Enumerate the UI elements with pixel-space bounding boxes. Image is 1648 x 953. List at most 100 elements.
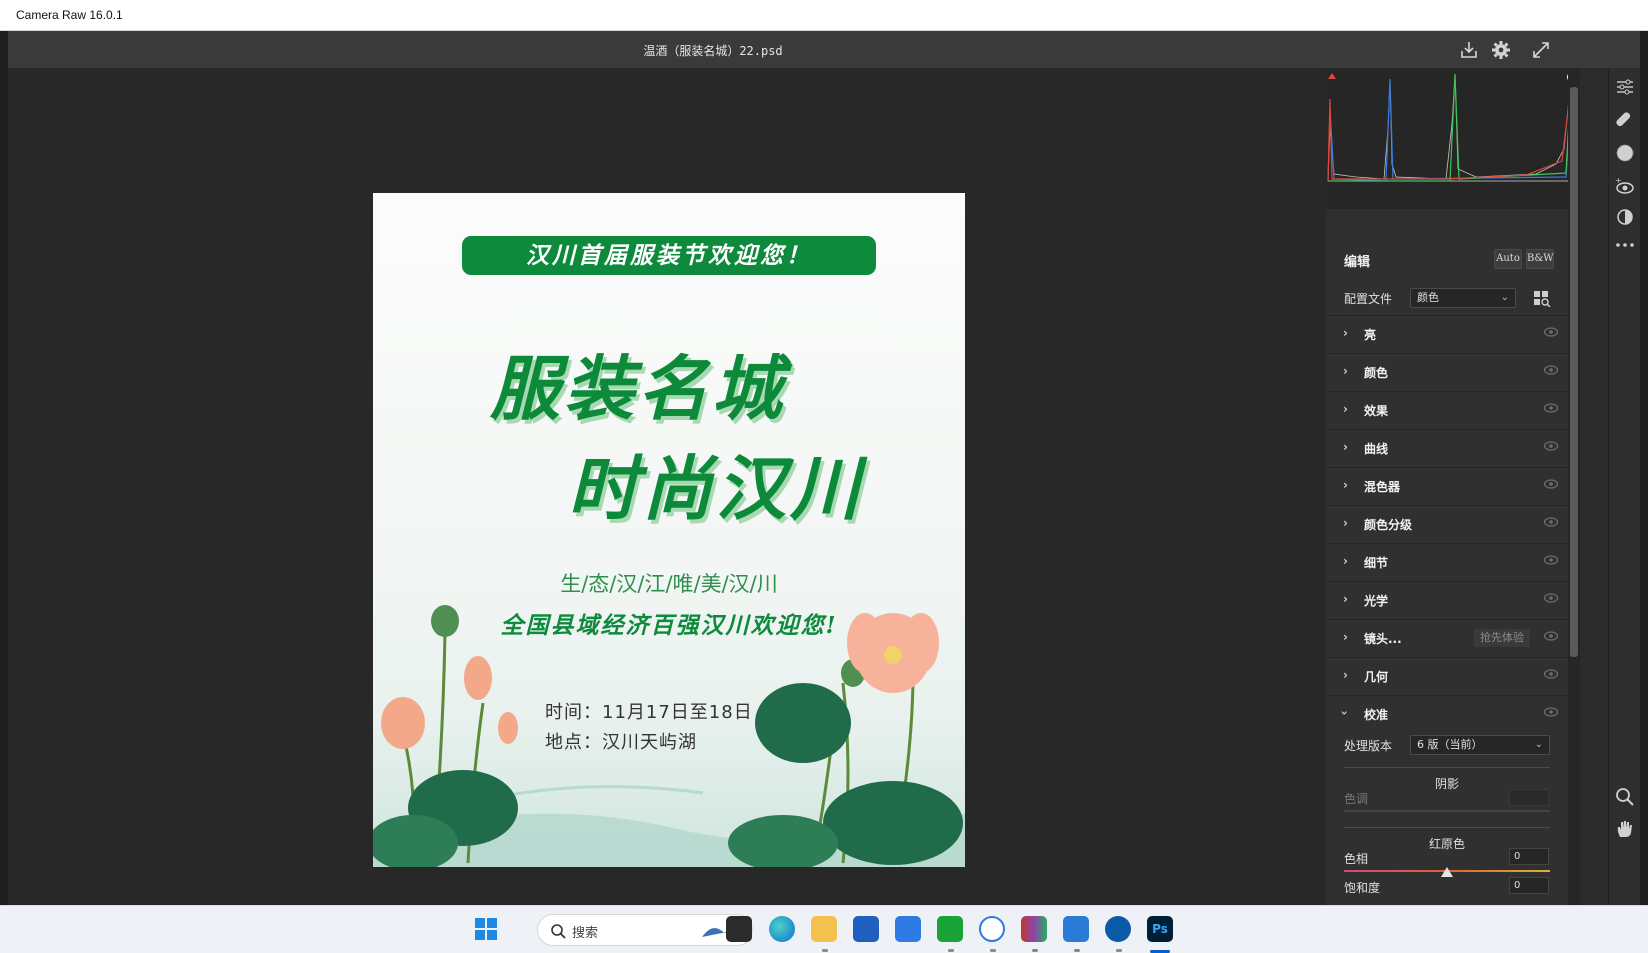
section-calibration[interactable]: › 校准 — [1326, 695, 1568, 731]
chat-app-icon[interactable] — [979, 916, 1005, 942]
section-label: 细节 — [1364, 556, 1389, 570]
process-version-select[interactable]: 6 版（当前） ⌄ — [1410, 735, 1550, 755]
taskbar: 搜索 Ps — [0, 905, 1648, 953]
section-color[interactable]: › 颜色 — [1326, 353, 1568, 389]
section-label: 曲线 — [1364, 442, 1389, 456]
histogram — [1326, 69, 1577, 209]
chevron-right-icon: › — [1343, 554, 1348, 568]
edit-panel: 编辑 Auto B&W 配置文件 颜色 ⌄ › 亮 › 颜色 › 效果 › 曲线… — [1326, 239, 1576, 905]
task-view-icon[interactable] — [726, 916, 752, 942]
section-color-mixer[interactable]: › 混色器 — [1326, 467, 1568, 503]
eye-icon[interactable] — [1544, 707, 1558, 717]
section-lens-blur[interactable]: › 镜头... 抢先体验 — [1326, 619, 1568, 655]
eye-icon[interactable] — [1544, 669, 1558, 679]
section-label: 镜头... — [1364, 632, 1402, 646]
search-icon — [551, 924, 566, 939]
settings-gear-icon[interactable] — [1490, 39, 1512, 61]
chevron-right-icon: › — [1343, 326, 1348, 340]
chevron-down-icon: ⌄ — [1500, 292, 1509, 303]
process-version-label: 处理版本 — [1344, 739, 1393, 753]
window-titlebar: Camera Raw 16.0.1 — [0, 0, 1648, 31]
eye-icon[interactable] — [1544, 403, 1558, 413]
edit-sliders-icon[interactable] — [1613, 75, 1637, 99]
winrar-icon[interactable] — [1021, 916, 1047, 942]
running-indicator — [1074, 949, 1080, 952]
image-canvas[interactable]: 汉川首届服装节欢迎您！ 服装名城 时尚汉川 生/态/汉/江/唯/美/汉/川 全国… — [8, 69, 1326, 905]
eye-icon[interactable] — [1544, 593, 1558, 603]
photoshop-icon[interactable]: Ps — [1147, 916, 1173, 942]
profile-label: 配置文件 — [1344, 292, 1393, 306]
hand-icon[interactable] — [1613, 817, 1637, 841]
profile-select[interactable]: 颜色 ⌄ — [1410, 288, 1516, 308]
masking-icon[interactable] — [1613, 141, 1637, 165]
mail-app-icon[interactable] — [895, 916, 921, 942]
messenger-icon[interactable] — [937, 916, 963, 942]
fullscreen-icon[interactable] — [1530, 39, 1552, 61]
red-eye-icon[interactable]: + — [1613, 175, 1637, 199]
chevron-right-icon: › — [1343, 668, 1348, 682]
section-label: 颜色 — [1364, 366, 1389, 380]
top-toolbar: 温酒（服装名城）22.psd — [8, 31, 1640, 69]
divider — [1344, 827, 1550, 828]
running-indicator — [1116, 949, 1122, 952]
window-title: Camera Raw 16.0.1 — [16, 8, 123, 22]
more-icon[interactable] — [1613, 233, 1637, 257]
edit-title: 编辑 — [1344, 255, 1371, 270]
section-detail[interactable]: › 细节 — [1326, 543, 1568, 579]
section-curves[interactable]: › 曲线 — [1326, 429, 1568, 465]
eye-icon[interactable] — [1544, 365, 1558, 375]
saturation-value-field[interactable]: 0 — [1509, 877, 1549, 894]
windows-start-icon[interactable] — [473, 916, 499, 942]
eye-icon[interactable] — [1544, 631, 1558, 641]
store-icon[interactable] — [853, 916, 879, 942]
hue-value-field[interactable]: 0 — [1509, 848, 1549, 865]
edge-browser-icon[interactable] — [769, 916, 795, 942]
section-label: 光学 — [1364, 594, 1389, 608]
section-label: 颜色分级 — [1364, 518, 1413, 532]
file-explorer-icon[interactable] — [811, 916, 837, 942]
eye-icon[interactable] — [1544, 441, 1558, 451]
scrollbar-thumb[interactable] — [1570, 87, 1578, 657]
poster-image: 汉川首届服装节欢迎您！ 服装名城 时尚汉川 生/态/汉/江/唯/美/汉/川 全国… — [373, 193, 965, 867]
shadow-clip-icon — [1328, 73, 1336, 79]
healing-brush-icon[interactable] — [1613, 109, 1637, 133]
histogram-footer — [1326, 209, 1576, 239]
auto-button[interactable]: Auto — [1494, 249, 1522, 269]
zoom-icon[interactable] — [1613, 785, 1637, 809]
eye-icon[interactable] — [1544, 479, 1558, 489]
section-label: 亮 — [1364, 328, 1377, 342]
running-indicator — [822, 949, 828, 952]
section-color-grading[interactable]: › 颜色分级 — [1326, 505, 1568, 541]
hue-label: 色相 — [1344, 852, 1369, 866]
save-icon[interactable] — [1458, 39, 1480, 61]
chevron-right-icon: › — [1343, 592, 1348, 606]
chevron-right-icon: › — [1343, 630, 1348, 644]
profile-browser-icon[interactable] — [1533, 289, 1551, 311]
camera-raw-app: 温酒（服装名城）22.psd 汉川首届服装节欢迎您！ 服装名城 时尚汉川 生/态… — [8, 31, 1640, 905]
section-geometry[interactable]: › 几何 — [1326, 657, 1568, 693]
hue-slider-thumb[interactable] — [1441, 867, 1453, 877]
right-panel: 编辑 Auto B&W 配置文件 颜色 ⌄ › 亮 › 颜色 › 效果 › 曲线… — [1326, 69, 1608, 905]
tint-value-field[interactable] — [1509, 789, 1549, 806]
tint-slider[interactable] — [1344, 810, 1550, 812]
bw-button[interactable]: B&W — [1526, 249, 1554, 269]
section-optics[interactable]: › 光学 — [1326, 581, 1568, 617]
notepad-icon[interactable] — [1063, 916, 1089, 942]
eye-icon[interactable] — [1544, 517, 1558, 527]
presets-icon[interactable] — [1613, 205, 1637, 229]
chevron-right-icon: › — [1343, 402, 1348, 416]
v-app-icon[interactable] — [1105, 916, 1131, 942]
eye-icon[interactable] — [1544, 555, 1558, 565]
panel-scrollbar[interactable] — [1568, 69, 1580, 905]
poster-headline-1: 服装名城 — [490, 348, 786, 430]
chevron-right-icon: › — [1343, 364, 1348, 378]
tool-strip: + — [1608, 69, 1640, 905]
section-light[interactable]: › 亮 — [1326, 315, 1568, 351]
section-effects[interactable]: › 效果 — [1326, 391, 1568, 427]
lotus-illustration — [373, 605, 965, 867]
section-label: 几何 — [1364, 670, 1389, 684]
taskbar-search[interactable]: 搜索 — [537, 914, 753, 946]
search-placeholder: 搜索 — [572, 926, 599, 941]
eye-icon[interactable] — [1544, 327, 1558, 337]
running-indicator — [1032, 949, 1038, 952]
